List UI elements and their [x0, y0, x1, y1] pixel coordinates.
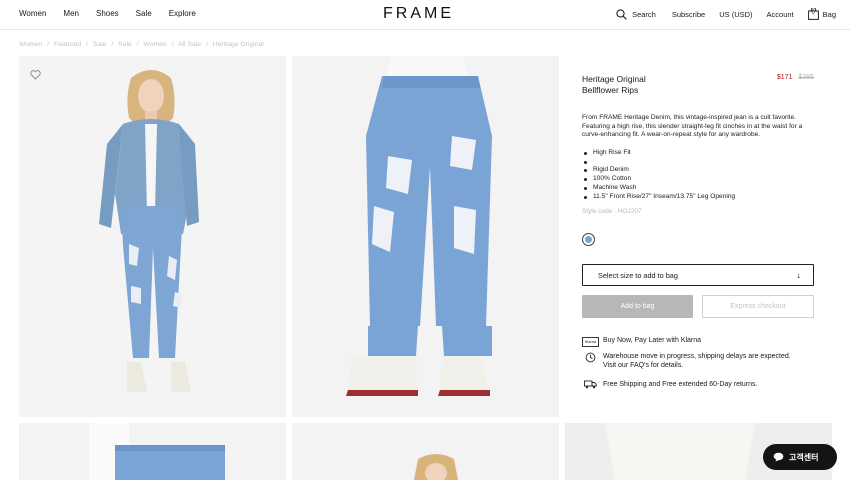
express-checkout-button[interactable]: Express checkout	[702, 295, 814, 318]
product-title-line2: Bellflower Rips	[582, 85, 639, 95]
bag-icon: 0	[807, 8, 819, 20]
chat-bubble-icon	[773, 452, 784, 462]
feature-item: 11.5" Front Rise/27" Inseam/13.75" Leg O…	[582, 193, 814, 202]
klarna-icon: Klarna	[581, 337, 600, 347]
klarna-text: Buy Now, Pay Later with Klarna	[603, 337, 702, 344]
search-label: Search	[632, 9, 656, 19]
product-price: $171 $285	[777, 74, 814, 81]
breadcrumb-separator: /	[86, 41, 88, 48]
add-to-bag-button[interactable]: Add to bag	[582, 295, 693, 318]
shipping-text: Free Shipping and Free extended 60-Day r…	[603, 381, 758, 388]
nav-shoes[interactable]: Shoes	[96, 9, 119, 18]
feature-item: Machine Wash	[582, 184, 814, 193]
customer-service-chat-button[interactable]: 고객센터	[763, 444, 837, 470]
nav-sale[interactable]: Sale	[136, 9, 152, 18]
arrow-down-icon: ↓	[796, 270, 802, 280]
feature-item	[582, 158, 814, 167]
breadcrumb-separator: /	[136, 41, 139, 48]
breadcrumb-featured[interactable]: Featured	[54, 41, 81, 48]
breadcrumb-sale[interactable]: Sale	[93, 41, 107, 48]
feature-list: High Rise Fit Rigid Denim 100% Cotton Ma…	[582, 149, 814, 201]
breadcrumb-separator: /	[111, 41, 114, 48]
breadcrumb-women-2[interactable]: Women	[143, 41, 166, 48]
breadcrumb-all-sale[interactable]: All Sale	[178, 41, 201, 48]
bag-label: Bag	[822, 9, 836, 19]
jeans-closeup-illustration	[346, 56, 492, 396]
shipping-info: Free Shipping and Free extended 60-Day r…	[582, 380, 757, 389]
breadcrumb-sale-2[interactable]: Sale	[118, 41, 132, 48]
product-image-back[interactable]	[19, 423, 286, 480]
model-face-illustration	[414, 454, 458, 480]
warehouse-notice: Warehouse move in progress, shipping del…	[582, 352, 791, 370]
bag-button[interactable]: 0 Bag	[807, 8, 836, 20]
faq-link[interactable]: Visit our FAQ's for details.	[603, 361, 791, 370]
currency-selector[interactable]: US (USD)	[719, 10, 752, 19]
nav-explore[interactable]: Explore	[169, 9, 196, 18]
utility-nav: Search Subscribe US (USD) Account 0 Bag	[602, 8, 836, 20]
nav-women[interactable]: Women	[19, 9, 46, 18]
sale-price: $171	[776, 74, 793, 81]
product-info-panel: Heritage Original Bellflower Rips $171 $…	[581, 74, 814, 389]
product-title: Heritage Original Bellflower Rips	[582, 74, 702, 96]
product-title-line1: Heritage Original	[582, 74, 646, 84]
feature-item: High Rise Fit	[582, 149, 814, 158]
size-select-label: Select size to add to bag	[598, 271, 678, 280]
bag-count: 0	[811, 10, 815, 16]
model-full-illustration	[99, 70, 199, 392]
style-code: Style code : HOJ207	[582, 208, 642, 215]
search-icon	[616, 8, 627, 20]
product-image-jeans-closeup[interactable]	[292, 56, 559, 417]
nav-men[interactable]: Men	[63, 9, 79, 18]
breadcrumb-separator: /	[205, 41, 208, 48]
truck-icon	[582, 380, 599, 389]
brand-logo[interactable]: FRAME	[383, 5, 454, 23]
breadcrumb: Women / Featured / Sale / Sale / Women /…	[19, 41, 267, 48]
feature-item: Rigid Denim	[582, 166, 814, 175]
product-image-front-full[interactable]	[19, 56, 286, 417]
account-link[interactable]: Account	[767, 10, 794, 19]
breadcrumb-current: Heritage Original	[212, 41, 264, 48]
chat-label: 고객센터	[789, 452, 819, 462]
size-select[interactable]: Select size to add to bag ↓	[582, 264, 814, 286]
breadcrumb-separator: /	[171, 41, 174, 48]
product-image-model-face[interactable]	[292, 423, 559, 480]
breadcrumb-women[interactable]: Women	[19, 41, 42, 48]
search-button[interactable]: Search	[616, 8, 656, 20]
clock-icon	[582, 352, 599, 363]
jeans-back-illustration	[89, 423, 225, 480]
warehouse-line1: Warehouse move in progress, shipping del…	[603, 353, 791, 360]
subscribe-link[interactable]: Subscribe	[672, 10, 705, 19]
color-swatch[interactable]	[582, 233, 595, 246]
breadcrumb-separator: /	[47, 41, 50, 48]
original-price: $285	[798, 74, 814, 81]
main-nav: Women Men Shoes Sale Explore	[19, 9, 213, 18]
feature-item: 100% Cotton	[582, 175, 814, 184]
product-description: From FRAME Heritage Denim, this vintage-…	[582, 114, 803, 139]
klarna-row[interactable]: Klarna Buy Now, Pay Later with Klarna	[581, 336, 702, 347]
wishlist-heart-icon[interactable]	[30, 67, 41, 85]
site-header: Women Men Shoes Sale Explore FRAME Searc…	[0, 0, 850, 30]
